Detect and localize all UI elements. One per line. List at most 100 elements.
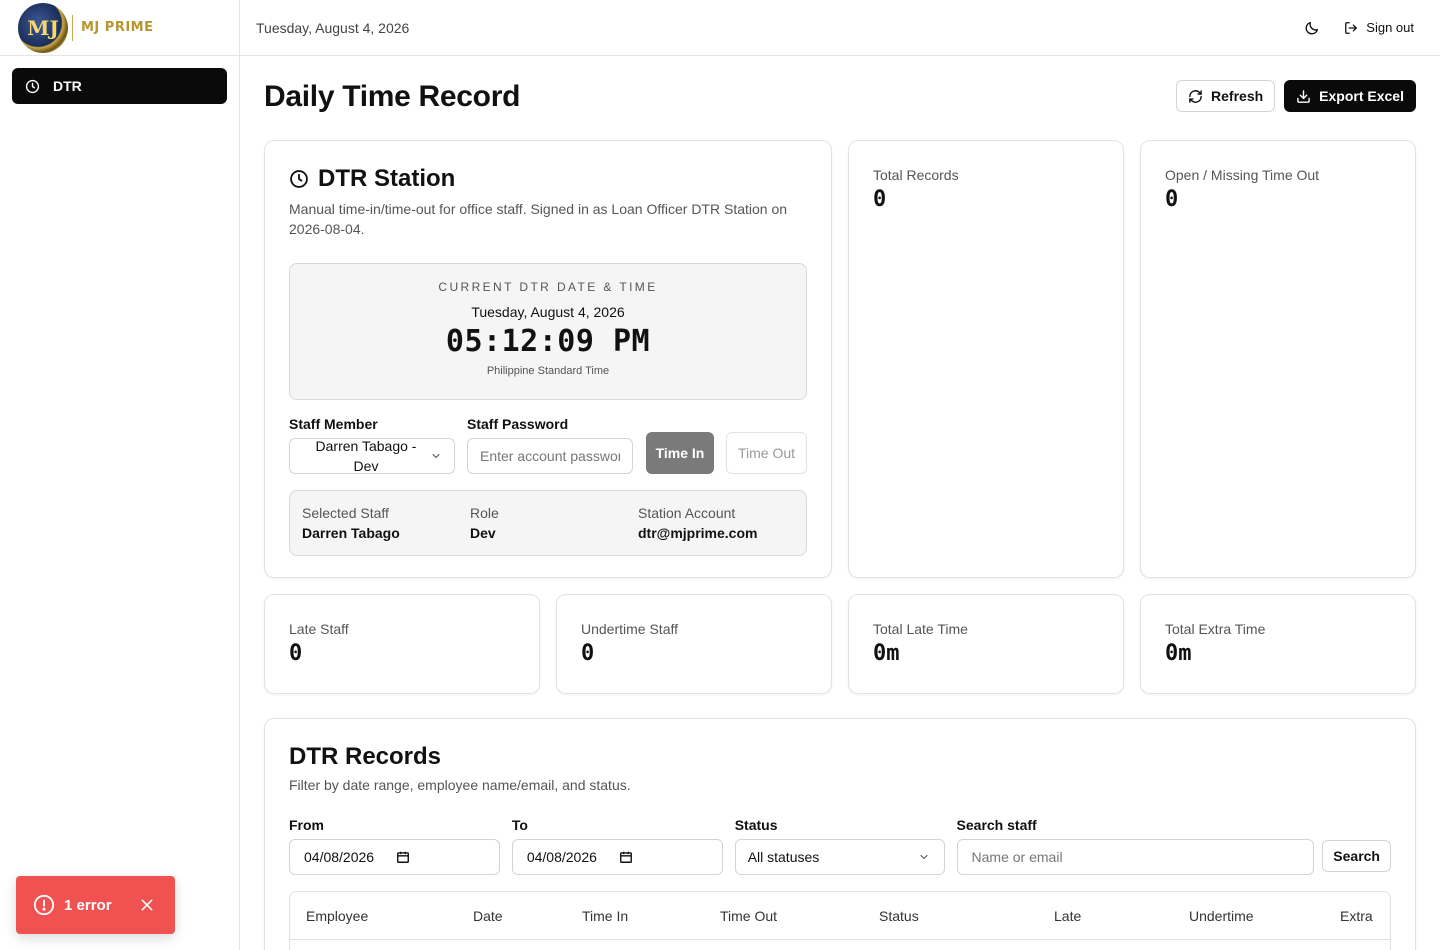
password-label: Staff Password xyxy=(467,416,569,432)
column-header[interactable]: Time In xyxy=(582,908,628,924)
staff-label: Staff Member xyxy=(289,416,378,432)
topbar: Tuesday, August 4, 2026 Sign out xyxy=(240,0,1440,56)
sidebar-item-label: DTR xyxy=(53,78,82,94)
from-label: From xyxy=(289,817,324,833)
logo-text: MJ xyxy=(27,15,59,40)
selected-staff-info: Selected Staff Darren Tabago Role Dev St… xyxy=(289,490,807,556)
download-icon xyxy=(1297,89,1310,103)
status-select[interactable]: All statuses xyxy=(734,839,945,875)
sidebar-nav: DTR xyxy=(0,56,239,116)
total-extra-time-card: Total Extra Time 0m xyxy=(1140,594,1416,694)
stat-value: 0 xyxy=(1165,187,1179,212)
status-select-value: All statuses xyxy=(747,849,820,865)
refresh-label: Refresh xyxy=(1211,88,1264,104)
calendar-icon xyxy=(397,851,410,863)
selected-staff-value: Darren Tabago xyxy=(302,525,400,541)
clock-caption: CURRENT DTR DATE & TIME xyxy=(438,280,658,294)
toast-message: 1 error xyxy=(64,896,112,914)
stat-label: Total Extra Time xyxy=(1165,621,1266,637)
column-header[interactable]: Employee xyxy=(306,908,368,924)
column-header[interactable]: Extra xyxy=(1340,908,1373,924)
records-filters: From 04/08/2026 To 04/08/2026 Status All… xyxy=(289,817,1391,875)
header-date: Tuesday, August 4, 2026 xyxy=(256,19,410,36)
stat-value: 0 xyxy=(581,641,595,666)
to-field: To 04/08/2026 xyxy=(511,817,723,875)
to-date-input[interactable]: 04/08/2026 xyxy=(511,839,723,875)
clock-icon xyxy=(290,170,308,188)
time-in-button[interactable]: Time In xyxy=(646,432,714,474)
total-late-time-card: Total Late Time 0m xyxy=(848,594,1124,694)
from-date-input[interactable]: 04/08/2026 xyxy=(289,839,500,875)
brand[interactable]: MJ MJ PRIME xyxy=(0,0,239,56)
late-staff-card: Late Staff 0 xyxy=(264,594,540,694)
brand-divider xyxy=(72,14,73,41)
brand-logo: MJ xyxy=(18,2,68,53)
clock-date: Tuesday, August 4, 2026 xyxy=(471,304,625,320)
column-header[interactable]: Date xyxy=(473,908,503,924)
selected-staff-label: Selected Staff xyxy=(302,505,389,521)
sign-out-button[interactable]: Sign out xyxy=(1344,20,1414,35)
export-label: Export Excel xyxy=(1319,88,1404,104)
total-records-card: Total Records 0 xyxy=(848,140,1124,578)
staff-select-value: Darren Tabago - Dev xyxy=(315,438,417,474)
sign-out-label: Sign out xyxy=(1366,20,1414,35)
staff-select[interactable]: Darren Tabago - Dev xyxy=(289,438,455,474)
moon-icon xyxy=(1305,21,1319,34)
password-input[interactable] xyxy=(467,438,633,474)
undertime-staff-card: Undertime Staff 0 xyxy=(556,594,832,694)
export-excel-button[interactable]: Export Excel xyxy=(1284,80,1416,112)
table-header: Employee Date Time In Time Out Status La… xyxy=(290,892,1390,940)
clock-icon xyxy=(25,79,40,94)
info-role: Role Dev xyxy=(470,505,638,555)
role-label: Role xyxy=(470,505,499,521)
to-date-value: 04/08/2026 xyxy=(526,849,597,865)
chevron-down-icon xyxy=(919,854,928,860)
column-header[interactable]: Status xyxy=(879,908,919,924)
station-account-label: Station Account xyxy=(638,505,736,521)
info-station-account: Station Account dtr@mjprime.com xyxy=(638,505,757,555)
from-field: From 04/08/2026 xyxy=(289,817,500,875)
time-out-button[interactable]: Time Out xyxy=(726,432,807,474)
calendar-icon xyxy=(619,851,632,863)
stat-label: Total Records xyxy=(873,167,959,183)
dtr-station-card: DTR Station Manual time-in/time-out for … xyxy=(264,140,832,578)
staff-field: Staff Member Darren Tabago - Dev xyxy=(289,416,455,474)
time-form: Staff Member Darren Tabago - Dev Staff P… xyxy=(289,416,807,474)
dtr-records-card: DTR Records Filter by date range, employ… xyxy=(264,718,1416,950)
sidebar-item-dtr[interactable]: DTR xyxy=(12,68,227,104)
page-title: Daily Time Record xyxy=(264,80,521,113)
column-header[interactable]: Time Out xyxy=(720,908,777,924)
column-header[interactable]: Undertime xyxy=(1189,908,1254,924)
error-toast[interactable]: 1 error xyxy=(16,876,175,934)
station-title: DTR Station xyxy=(289,165,807,193)
info-selected-staff: Selected Staff Darren Tabago xyxy=(302,505,470,555)
stat-label: Total Late Time xyxy=(873,621,968,637)
status-field: Status All statuses xyxy=(734,817,945,875)
records-title: DTR Records xyxy=(289,743,442,770)
chevron-down-icon xyxy=(432,453,440,459)
password-field: Staff Password xyxy=(467,416,633,474)
clock-panel: CURRENT DTR DATE & TIME Tuesday, August … xyxy=(289,263,807,400)
refresh-button[interactable]: Refresh xyxy=(1176,80,1276,112)
stat-value: 0m xyxy=(1165,641,1192,666)
stat-value: 0 xyxy=(873,187,887,212)
station-description: Manual time-in/time-out for office staff… xyxy=(289,201,788,237)
search-placeholder: Name or email xyxy=(971,849,1063,865)
search-field: Search staff Name or email xyxy=(956,817,1315,875)
stat-value: 0m xyxy=(873,641,900,666)
column-header[interactable]: Late xyxy=(1054,908,1081,924)
search-button[interactable]: Search xyxy=(1322,840,1391,872)
close-icon[interactable] xyxy=(139,897,155,913)
role-value: Dev xyxy=(470,525,496,541)
clock-time: 05:12:09 PM xyxy=(445,324,651,359)
search-staff-input[interactable]: Name or email xyxy=(956,839,1315,875)
theme-toggle-button[interactable] xyxy=(1302,18,1322,38)
brand-name: MJ PRIME xyxy=(81,20,154,35)
status-label: Status xyxy=(734,817,778,833)
clock-timezone: Philippine Standard Time xyxy=(486,365,610,377)
page-actions: Refresh Export Excel xyxy=(1176,80,1416,112)
from-date-value: 04/08/2026 xyxy=(304,849,375,865)
logout-icon xyxy=(1345,21,1358,34)
records-table: Employee Date Time In Time Out Status La… xyxy=(289,891,1391,950)
search-label: Search staff xyxy=(956,817,1037,833)
